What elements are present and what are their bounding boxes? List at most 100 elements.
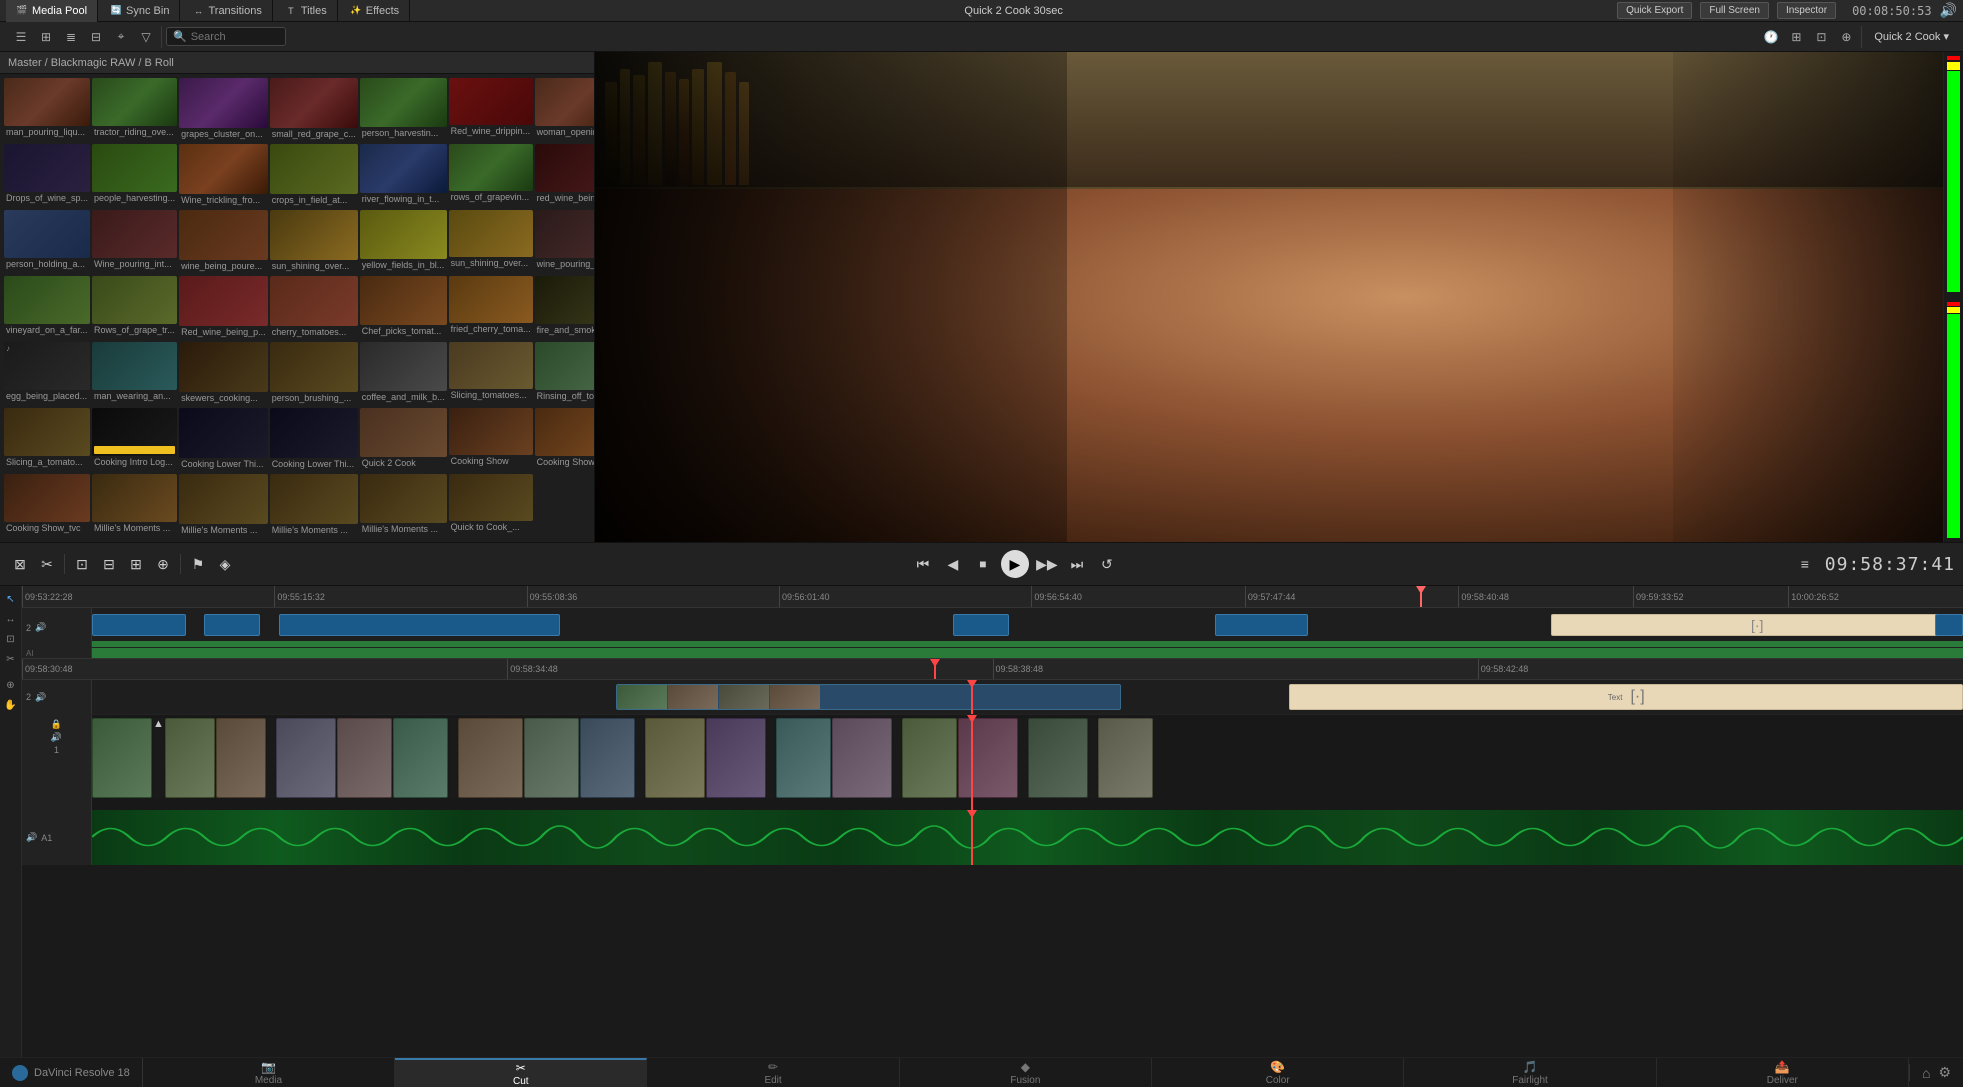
fittoframe[interactable]: ⊕ xyxy=(151,552,175,576)
zoom-tool[interactable]: ⊕ xyxy=(2,676,20,694)
list-item[interactable]: people_harvesting... xyxy=(92,144,177,208)
list-item[interactable]: Cooking Lower Thi... xyxy=(270,408,358,472)
list-item[interactable]: tractor_riding_ove... xyxy=(92,78,177,142)
loop-button[interactable]: ↺ xyxy=(1095,552,1119,576)
list-item[interactable]: Cooking Lower Thi... xyxy=(179,408,268,472)
sort-icon[interactable]: ⊟ xyxy=(85,26,107,48)
v2-clip-1[interactable] xyxy=(92,614,186,636)
list-item[interactable]: Slicing_tomatoes... xyxy=(449,342,533,406)
list-item[interactable]: Rows_of_grape_tr... xyxy=(92,276,177,340)
tab-fusion-bottom[interactable]: ◆ Fusion xyxy=(900,1058,1152,1087)
search-box[interactable]: 🔍 xyxy=(166,27,286,46)
settings-icon[interactable]: ⚙ xyxy=(1938,1064,1951,1081)
list-item[interactable]: woman_opening_... xyxy=(535,78,594,142)
tab-deliver-bottom[interactable]: 📤 Deliver xyxy=(1657,1058,1909,1087)
v1-clip-thumb[interactable] xyxy=(524,718,579,798)
v1-clip-thumb[interactable] xyxy=(832,718,892,798)
v1-clip-thumb[interactable] xyxy=(276,718,336,798)
tab-cut-bottom[interactable]: ✂ Cut xyxy=(395,1058,647,1087)
list-item[interactable]: red_wine_being_p... xyxy=(535,144,594,208)
list-view-icon[interactable]: ☰ xyxy=(10,26,32,48)
list-item[interactable]: Quick 2 Cook xyxy=(360,408,447,472)
list-item[interactable]: Slicing_a_tomato... xyxy=(4,408,90,472)
insert-mode[interactable]: ⊡ xyxy=(70,552,94,576)
inspector-button[interactable]: Inspector xyxy=(1777,2,1836,19)
list-item[interactable]: wine_pouring_into... xyxy=(535,210,594,274)
v1-clip-thumb[interactable] xyxy=(645,718,705,798)
list-item[interactable]: grapes_cluster_on... xyxy=(179,78,268,142)
list-item[interactable]: Wine_trickling_fro... xyxy=(179,144,268,208)
options-icon[interactable]: ▽ xyxy=(135,26,157,48)
search-input[interactable] xyxy=(191,31,281,43)
ripple-tool[interactable]: ⊠ xyxy=(8,552,32,576)
v1-clip-thumb[interactable] xyxy=(165,718,215,798)
tab-fairlight-bottom[interactable]: 🎵 Fairlight xyxy=(1404,1058,1656,1087)
trim-tool[interactable]: ↔ xyxy=(2,610,20,628)
list-item[interactable]: Millie's Moments ... xyxy=(92,474,177,538)
v1-clip-thumb[interactable] xyxy=(393,718,448,798)
color-tool[interactable]: ◈ xyxy=(213,552,237,576)
list-item[interactable]: Red_wine_drippin... xyxy=(449,78,533,142)
list-item[interactable]: small_red_grape_c... xyxy=(270,78,358,142)
tc-icon[interactable]: 🕐 xyxy=(1760,26,1782,48)
blade-tool[interactable]: ✂ xyxy=(35,552,59,576)
list-item[interactable]: Wine_pouring_int... xyxy=(92,210,177,274)
overwrite-mode[interactable]: ⊟ xyxy=(97,552,121,576)
v2-text-clip[interactable]: [·] xyxy=(1551,614,1963,636)
grid-icon2[interactable]: ⊞ xyxy=(1785,26,1807,48)
tab-edit-bottom[interactable]: ✏ Edit xyxy=(647,1058,899,1087)
grid-view-icon[interactable]: ⊞ xyxy=(35,26,57,48)
v1-clip-thumb[interactable] xyxy=(458,718,523,798)
dynamic-trim[interactable]: ⊡ xyxy=(2,630,20,648)
tab-effects[interactable]: ✨ Effects xyxy=(340,0,410,22)
blade-edit[interactable]: ✂ xyxy=(2,650,20,668)
v1-clip-thumb[interactable] xyxy=(580,718,635,798)
list-item[interactable]: Millie's Moments ... xyxy=(179,474,268,538)
quick-export-button[interactable]: Quick Export xyxy=(1617,2,1692,19)
detail-text-clip[interactable]: Text [·] xyxy=(1289,684,1963,710)
list-item[interactable]: rows_of_grapevin... xyxy=(449,144,533,208)
home-icon[interactable]: ⌂ xyxy=(1922,1065,1930,1081)
list-item[interactable]: ♪ egg_being_placed... xyxy=(4,342,90,406)
v1-clip-thumb[interactable] xyxy=(216,718,266,798)
v1-clip-thumb[interactable] xyxy=(337,718,392,798)
options-menu[interactable]: ≡ xyxy=(1793,552,1817,576)
list-item[interactable]: coffee_and_milk_b... xyxy=(360,342,447,406)
tab-sync-bin[interactable]: 🔄 Sync Bin xyxy=(100,0,180,22)
list-item[interactable]: Red_wine_being_p... xyxy=(179,276,268,340)
next-frame-button[interactable]: ▶▶ xyxy=(1035,552,1059,576)
v1-clip-thumb[interactable] xyxy=(776,718,831,798)
list-item[interactable]: fire_and_smoke_c... xyxy=(535,276,594,340)
v2-clip-3[interactable] xyxy=(279,614,560,636)
go-to-start-button[interactable]: ⏮ xyxy=(911,552,935,576)
list-item[interactable]: cherry_tomatoes... xyxy=(270,276,358,340)
v1-clip-thumb[interactable] xyxy=(958,718,1018,798)
list-item[interactable]: Millie's Moments ... xyxy=(270,474,358,538)
detail-clip-1[interactable] xyxy=(616,684,1121,710)
list-item[interactable]: Drops_of_wine_sp... xyxy=(4,144,90,208)
list-item[interactable]: person_brushing_... xyxy=(270,342,358,406)
list-item[interactable]: wine_being_poure... xyxy=(179,210,268,274)
tab-media-bottom[interactable]: 📷 Media xyxy=(143,1058,395,1087)
list-item[interactable]: river_flowing_in_t... xyxy=(360,144,447,208)
list-item[interactable]: man_wearing_an... xyxy=(92,342,177,406)
v1-clip-thumb[interactable] xyxy=(902,718,957,798)
list-item[interactable]: sun_shining_over... xyxy=(270,210,358,274)
list-item[interactable]: person_holding_a... xyxy=(4,210,90,274)
v1-clip-thumb[interactable] xyxy=(706,718,766,798)
v1-clip-thumb[interactable] xyxy=(1098,718,1153,798)
tab-media-pool[interactable]: 🎬 Media Pool xyxy=(6,0,98,22)
replace-mode[interactable]: ⊞ xyxy=(124,552,148,576)
v2-clip-4[interactable] xyxy=(953,614,1009,636)
list-item[interactable]: person_harvestin... xyxy=(360,78,447,142)
v2-clip-6[interactable] xyxy=(1935,614,1963,636)
list-item[interactable]: Chef_picks_tomat... xyxy=(360,276,447,340)
tab-titles[interactable]: T Titles xyxy=(275,0,338,22)
list-item[interactable]: Cooking Intro Log... xyxy=(92,408,177,472)
flag-tool[interactable]: ⚑ xyxy=(186,552,210,576)
full-screen-button[interactable]: Full Screen xyxy=(1700,2,1769,19)
v1-clip-thumb[interactable] xyxy=(92,718,152,798)
list-item[interactable]: Rinsing_off_tomat... xyxy=(535,342,594,406)
v1-clip-thumb[interactable] xyxy=(1028,718,1088,798)
v2-clip-2[interactable] xyxy=(204,614,260,636)
